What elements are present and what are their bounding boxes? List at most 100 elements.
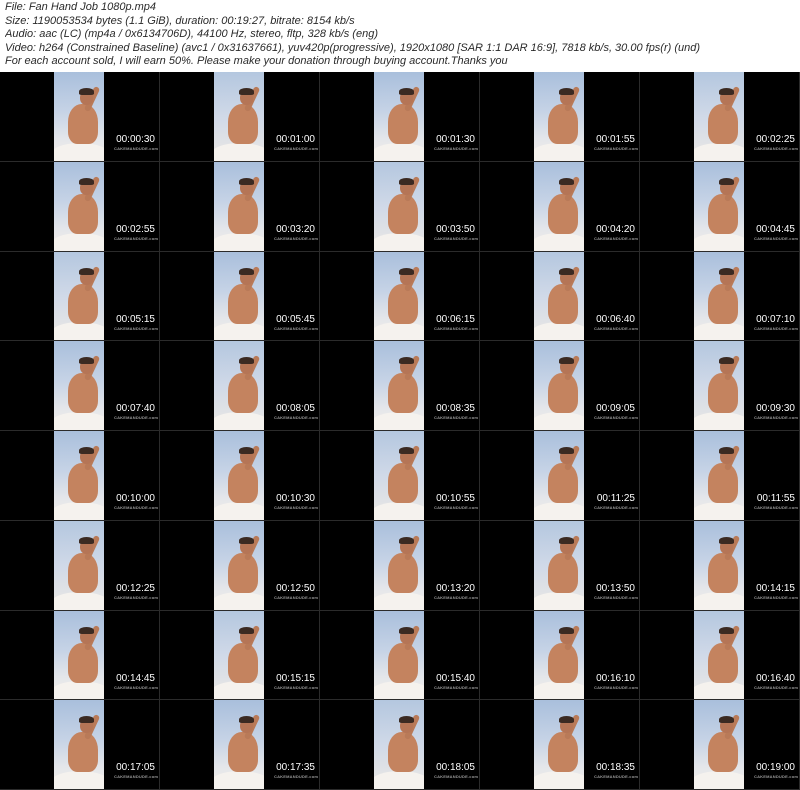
thumbnail-cell: 00:08:05 CAKEMANDUDE.com: [160, 341, 320, 431]
thumbnail-timestamp: 00:17:05: [116, 762, 155, 774]
thumbnail-image: [694, 72, 744, 161]
thumbnail-timestamp: 00:16:40: [756, 672, 795, 684]
thumbnail-image: [54, 341, 104, 430]
thumbnail-image: [694, 431, 744, 520]
thumbnail-timestamp: 00:02:25: [756, 134, 795, 145]
thumbnail-image: [54, 251, 104, 341]
thumbnail-image: [534, 700, 584, 789]
thumbnail-image: [54, 72, 104, 161]
thumbnail-timestamp: 00:16:10: [596, 672, 635, 684]
thumbnail-image: [694, 610, 744, 700]
watermark-text: CAKEMANDUDE.com: [114, 505, 159, 510]
thumbnail-cell: 00:02:25 CAKEMANDUDE.com: [640, 72, 800, 162]
thumbnail-image: [374, 161, 424, 251]
thumbnail-image: [214, 251, 264, 341]
thumbnail-timestamp: 00:10:55: [436, 493, 475, 504]
thumbnail-cell: 00:16:40 CAKEMANDUDE.com: [640, 610, 800, 701]
watermark-text: CAKEMANDUDE.com: [114, 235, 159, 241]
watermark-text: CAKEMANDUDE.com: [274, 415, 319, 421]
watermark-text: CAKEMANDUDE.com: [594, 594, 639, 600]
thumbnail-cell: 00:11:55 CAKEMANDUDE.com: [640, 431, 800, 521]
thumbnail-cell: 00:01:55 CAKEMANDUDE.com: [480, 72, 640, 162]
watermark-text: CAKEMANDUDE.com: [594, 774, 639, 780]
watermark-text: CAKEMANDUDE.com: [754, 594, 799, 600]
thumbnail-image: [214, 700, 264, 789]
thumbnail-cell: 00:16:10 CAKEMANDUDE.com: [480, 610, 640, 701]
video-info: Video: h264 (Constrained Baseline) (avc1…: [5, 41, 701, 54]
audio-info: Audio: aac (LC) (mp4a / 0x6134706D), 441…: [5, 28, 378, 40]
thumbnail-cell: 00:05:45 CAKEMANDUDE.com: [160, 251, 320, 342]
watermark-text: CAKEMANDUDE.com: [754, 325, 799, 331]
thumbnail-image: [534, 251, 584, 341]
thumbnail-timestamp: 00:08:05: [276, 403, 315, 415]
thumbnail-timestamp: 00:05:15: [116, 313, 155, 325]
thumbnail-cell: 00:03:50 CAKEMANDUDE.com: [320, 161, 480, 252]
thumbnail-timestamp: 00:14:15: [756, 582, 795, 594]
file-info-header: File: Fan Hand Job 1080p.mp4 Size: 11900…: [0, 0, 800, 72]
watermark-text: CAKEMANDUDE.com: [434, 505, 479, 510]
thumbnail-image: [374, 72, 424, 161]
thumbnail-cell: 00:15:15 CAKEMANDUDE.com: [160, 610, 320, 701]
thumbnail-timestamp: 00:14:45: [116, 672, 155, 684]
thumbnail-image: [214, 520, 264, 610]
thumbnail-timestamp: 00:11:25: [596, 493, 635, 504]
thumbnail-timestamp: 00:18:05: [436, 762, 475, 774]
thumbnail-cell: 00:19:00 CAKEMANDUDE.com: [640, 700, 800, 790]
thumbnail-timestamp: 00:13:50: [596, 582, 635, 594]
thumbnail-timestamp: 00:09:30: [756, 403, 795, 415]
thumbnail-timestamp: 00:07:40: [116, 403, 155, 415]
thumbnail-timestamp: 00:15:40: [436, 672, 475, 684]
thumbnail-image: [694, 161, 744, 251]
watermark-text: CAKEMANDUDE.com: [754, 235, 799, 241]
thumbnail-timestamp: 00:08:35: [436, 403, 475, 415]
thumbnail-cell: 00:09:30 CAKEMANDUDE.com: [640, 341, 800, 431]
thumbnail-cell: 00:04:20 CAKEMANDUDE.com: [480, 161, 640, 252]
thumbnail-cell: 00:18:05 CAKEMANDUDE.com: [320, 700, 480, 790]
thumbnail-image: [374, 520, 424, 610]
watermark-text: CAKEMANDUDE.com: [434, 684, 479, 690]
watermark-text: CAKEMANDUDE.com: [114, 325, 159, 331]
watermark-text: CAKEMANDUDE.com: [754, 146, 799, 151]
thumbnail-cell: 00:01:00 CAKEMANDUDE.com: [160, 72, 320, 162]
watermark-text: CAKEMANDUDE.com: [754, 684, 799, 690]
watermark-text: CAKEMANDUDE.com: [754, 415, 799, 421]
thumbnail-timestamp: 00:01:30: [436, 134, 475, 145]
thumbnail-timestamp: 00:06:40: [596, 313, 635, 325]
thumbnail-image: [374, 610, 424, 700]
thumbnail-timestamp: 00:15:15: [276, 672, 315, 684]
thumbnail-cell: 00:12:25 CAKEMANDUDE.com: [0, 520, 160, 611]
thumbnail-cell: 00:10:30 CAKEMANDUDE.com: [160, 431, 320, 521]
watermark-text: CAKEMANDUDE.com: [434, 415, 479, 421]
thumbnail-cell: 00:13:20 CAKEMANDUDE.com: [320, 520, 480, 611]
thumbnail-image: [534, 610, 584, 700]
thumbnail-image: [374, 700, 424, 789]
file-name: File: Fan Hand Job 1080p.mp4: [5, 1, 157, 13]
thumbnail-cell: 00:17:35 CAKEMANDUDE.com: [160, 700, 320, 790]
watermark-text: CAKEMANDUDE.com: [274, 594, 319, 600]
thumbnail-cell: 00:12:50 CAKEMANDUDE.com: [160, 520, 320, 611]
thumbnail-image: [374, 431, 424, 520]
thumbnail-timestamp: 00:13:20: [436, 582, 475, 594]
thumbnail-cell: 00:08:35 CAKEMANDUDE.com: [320, 341, 480, 431]
watermark-text: CAKEMANDUDE.com: [594, 235, 639, 241]
watermark-text: CAKEMANDUDE.com: [754, 774, 799, 780]
thumbnail-cell: 00:18:35 CAKEMANDUDE.com: [480, 700, 640, 790]
thumbnail-cell: 00:06:40 CAKEMANDUDE.com: [480, 251, 640, 342]
watermark-text: CAKEMANDUDE.com: [594, 325, 639, 331]
thumbnail-timestamp: 00:02:55: [116, 223, 155, 235]
thumbnail-timestamp: 00:12:25: [116, 582, 155, 594]
thumbnail-image: [54, 610, 104, 700]
thumbnail-image: [534, 341, 584, 430]
thumbnail-cell: 00:00:30 CAKEMANDUDE.com: [0, 72, 160, 162]
thumbnail-cell: 00:03:20 CAKEMANDUDE.com: [160, 161, 320, 252]
thumbnail-timestamp: 00:05:45: [276, 313, 315, 325]
thumbnail-cell: 00:10:00 CAKEMANDUDE.com: [0, 431, 160, 521]
thumbnail-image: [214, 431, 264, 520]
thumbnail-cell: 00:07:40 CAKEMANDUDE.com: [0, 341, 160, 431]
thumbnail-timestamp: 00:03:20: [276, 223, 315, 235]
watermark-text: CAKEMANDUDE.com: [274, 684, 319, 690]
watermark-text: CAKEMANDUDE.com: [274, 774, 319, 780]
thumbnail-timestamp: 00:19:00: [756, 762, 795, 774]
thumbnail-image: [534, 431, 584, 520]
thumbnail-image: [214, 341, 264, 430]
